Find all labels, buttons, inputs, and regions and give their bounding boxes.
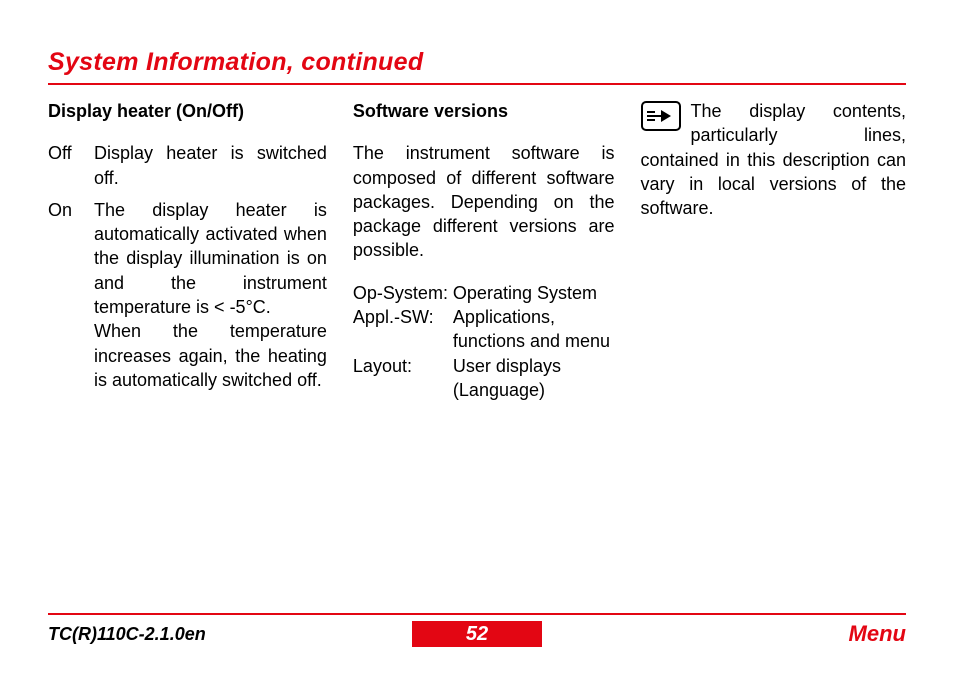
column-software-versions: Software versions The instrument softwar… [353,99,615,402]
software-version-row: Op-System:Operating System [353,281,615,305]
manual-page: System Information, continued Display he… [0,0,954,677]
def-text-on: The display heater is automatically acti… [94,198,327,392]
heading-software-versions: Software versions [353,99,615,123]
software-version-text: User displays (Language) [453,354,615,403]
software-version-row: Appl.-SW:Applications, functions and men… [353,305,615,354]
software-version-text: Operating System [453,281,615,305]
footer-line: TC(R)110C-2.1.0en 52 Menu [48,621,906,647]
def-row-on: On The display heater is automatically a… [48,198,327,392]
def-row-off: Off Display heater is switched off. [48,141,327,190]
software-version-label: Appl.-SW: [353,305,453,354]
software-version-label: Layout: [353,354,453,403]
page-title: System Information, continued [48,48,906,77]
pointing-hand-icon [641,101,681,137]
footer-rule [48,613,906,615]
def-label-off: Off [48,141,94,190]
footer-doc-id: TC(R)110C-2.1.0en [48,624,412,645]
def-label-on: On [48,198,94,392]
software-version-text: Applications, functions and menu [453,305,615,354]
page-footer: TC(R)110C-2.1.0en 52 Menu [48,613,906,647]
title-rule [48,83,906,85]
software-version-label: Op-System: [353,281,453,305]
software-version-row: Layout:User displays (Language) [353,354,615,403]
software-version-list: Op-System:Operating SystemAppl.-SW:Appli… [353,281,615,402]
footer-page-number: 52 [412,621,542,647]
column-display-heater: Display heater (On/Off) Off Display heat… [48,99,327,402]
column-note: The display contents, particularly lines… [641,99,906,402]
footer-section: Menu [542,621,906,647]
heading-display-heater: Display heater (On/Off) [48,99,327,123]
software-intro: The instrument software is composed of d… [353,141,615,262]
note-block: The display contents, particularly lines… [641,99,906,220]
content-columns: Display heater (On/Off) Off Display heat… [48,99,906,402]
def-text-off: Display heater is switched off. [94,141,327,190]
